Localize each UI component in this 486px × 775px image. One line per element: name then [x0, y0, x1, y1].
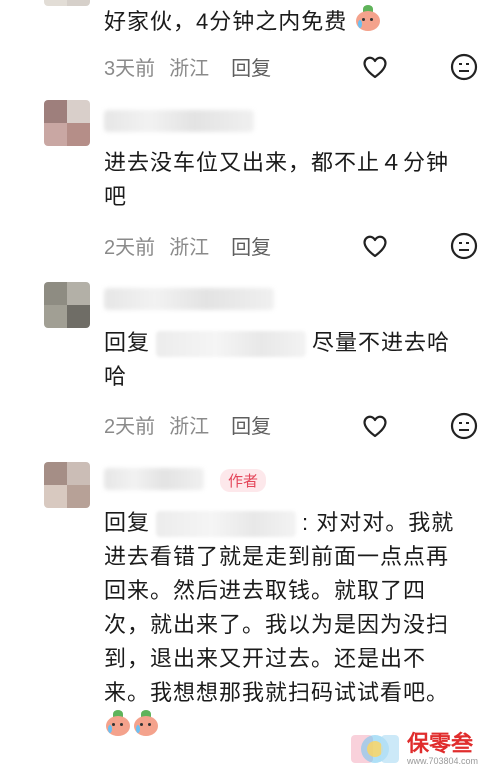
- crying-peach-emoji-icon: [132, 710, 160, 738]
- comment-time: 3天前: [104, 58, 156, 80]
- comment-text: 回复 尽量不进去哈哈: [104, 326, 468, 394]
- mentioned-user-blurred[interactable]: [156, 511, 297, 538]
- reply-prefix: 回复: [104, 510, 151, 535]
- comment-text: 进去没车位又出来，都不止４分钟吧: [104, 150, 450, 209]
- avatar[interactable]: [44, 282, 90, 328]
- comment-meta: 2天前 浙江 回复: [104, 231, 271, 260]
- reply-body: : 对对对。我就进去看错了就是走到前面一点点再回来。然后进去取钱。就取了四次，就…: [104, 510, 455, 705]
- username-blurred[interactable]: [104, 110, 254, 132]
- heart-outline-icon[interactable]: [360, 52, 390, 82]
- comment-time: 2天前: [104, 237, 156, 259]
- author-badge: 作者: [220, 469, 267, 492]
- comment-text: 回复: 对对对。我就进去看错了就是走到前面一点点再回来。然后进去取钱。就取了四次…: [104, 506, 468, 744]
- comment-meta: 3天前 浙江 回复: [104, 52, 271, 81]
- avatar[interactable]: [44, 462, 90, 508]
- comment-time: 2天前: [104, 416, 156, 438]
- smiley-icon[interactable]: [449, 411, 479, 441]
- comment-meta: 2天前 浙江 回复: [104, 410, 271, 439]
- comment-location: 浙江: [169, 237, 210, 259]
- avatar[interactable]: [44, 100, 90, 146]
- heart-outline-icon[interactable]: [360, 231, 390, 261]
- comment-text: 好家伙，4分钟之内免费: [104, 5, 468, 39]
- username-blurred[interactable]: [104, 468, 204, 490]
- heart-outline-icon[interactable]: [360, 411, 390, 441]
- username-blurred[interactable]: [104, 288, 274, 310]
- comment-location: 浙江: [169, 58, 210, 80]
- watermark-logo-icon: [349, 729, 401, 769]
- comment-location: 浙江: [169, 416, 210, 438]
- smiley-icon[interactable]: [449, 231, 479, 261]
- crying-peach-emoji-icon: [354, 5, 382, 33]
- avatar[interactable]: [44, 0, 90, 6]
- reply-button[interactable]: 回复: [231, 52, 271, 81]
- site-watermark: 保零叁 www.703804.com: [349, 729, 478, 769]
- watermark-text: 保零叁: [406, 731, 473, 756]
- reply-prefix: 回复: [104, 330, 151, 355]
- crying-peach-emoji-icon: [104, 710, 132, 738]
- reply-button[interactable]: 回复: [231, 410, 271, 439]
- reply-button[interactable]: 回复: [231, 231, 271, 260]
- watermark-url: www.703804.com: [406, 756, 478, 766]
- mentioned-user-blurred[interactable]: [156, 331, 307, 358]
- smiley-icon[interactable]: [449, 52, 479, 82]
